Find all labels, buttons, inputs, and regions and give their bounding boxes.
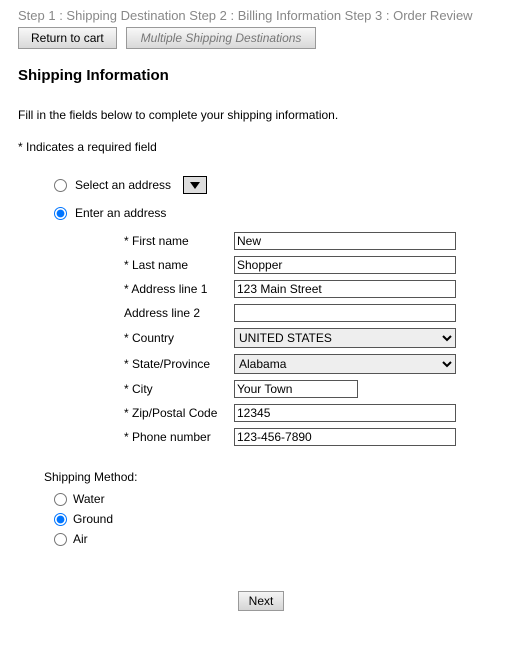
shipping-method-title: Shipping Method: bbox=[44, 470, 504, 484]
country-select[interactable]: UNITED STATES bbox=[234, 328, 456, 348]
shipping-air-radio[interactable] bbox=[54, 533, 67, 546]
enter-address-label: Enter an address bbox=[75, 206, 166, 220]
page-title: Shipping Information bbox=[18, 67, 504, 84]
city-input[interactable] bbox=[234, 380, 358, 398]
step-1: Step 1 : Shipping Destination bbox=[18, 8, 186, 23]
return-to-cart-button[interactable]: Return to cart bbox=[18, 27, 117, 49]
phone-input[interactable] bbox=[234, 428, 456, 446]
enter-address-radio[interactable] bbox=[54, 207, 67, 220]
shipping-method-section: Shipping Method: Water Ground Air bbox=[44, 470, 504, 546]
state-label: * State/Province bbox=[124, 357, 234, 371]
shipping-ground-label: Ground bbox=[73, 512, 113, 526]
address2-input[interactable] bbox=[234, 304, 456, 322]
required-note: * Indicates a required field bbox=[18, 140, 504, 154]
chevron-down-icon bbox=[190, 182, 200, 189]
shipping-ground-radio[interactable] bbox=[54, 513, 67, 526]
top-button-row: Return to cart Multiple Shipping Destina… bbox=[18, 27, 504, 49]
address2-label: Address line 2 bbox=[124, 306, 234, 320]
select-address-radio[interactable] bbox=[54, 179, 67, 192]
address-form: * First name * Last name * Address line … bbox=[124, 232, 504, 446]
address1-input[interactable] bbox=[234, 280, 456, 298]
zip-input[interactable] bbox=[234, 404, 456, 422]
last-name-input[interactable] bbox=[234, 256, 456, 274]
city-label: * City bbox=[124, 382, 234, 396]
checkout-steps: Step 1 : Shipping Destination Step 2 : B… bbox=[18, 8, 504, 23]
select-address-label: Select an address bbox=[75, 178, 171, 192]
next-button[interactable]: Next bbox=[238, 591, 285, 611]
shipping-water-label: Water bbox=[73, 492, 105, 506]
first-name-input[interactable] bbox=[234, 232, 456, 250]
intro-text: Fill in the fields below to complete you… bbox=[18, 108, 504, 122]
last-name-label: * Last name bbox=[124, 258, 234, 272]
shipping-water-radio[interactable] bbox=[54, 493, 67, 506]
phone-label: * Phone number bbox=[124, 430, 234, 444]
shipping-air-label: Air bbox=[73, 532, 88, 546]
step-3: Step 3 : Order Review bbox=[345, 8, 473, 23]
address-dropdown[interactable] bbox=[183, 176, 207, 194]
multiple-shipping-button[interactable]: Multiple Shipping Destinations bbox=[126, 27, 316, 49]
zip-label: * Zip/Postal Code bbox=[124, 406, 234, 420]
step-2: Step 2 : Billing Information bbox=[189, 8, 341, 23]
state-select[interactable]: Alabama bbox=[234, 354, 456, 374]
country-label: * Country bbox=[124, 331, 234, 345]
first-name-label: * First name bbox=[124, 234, 234, 248]
address1-label: * Address line 1 bbox=[124, 282, 234, 296]
